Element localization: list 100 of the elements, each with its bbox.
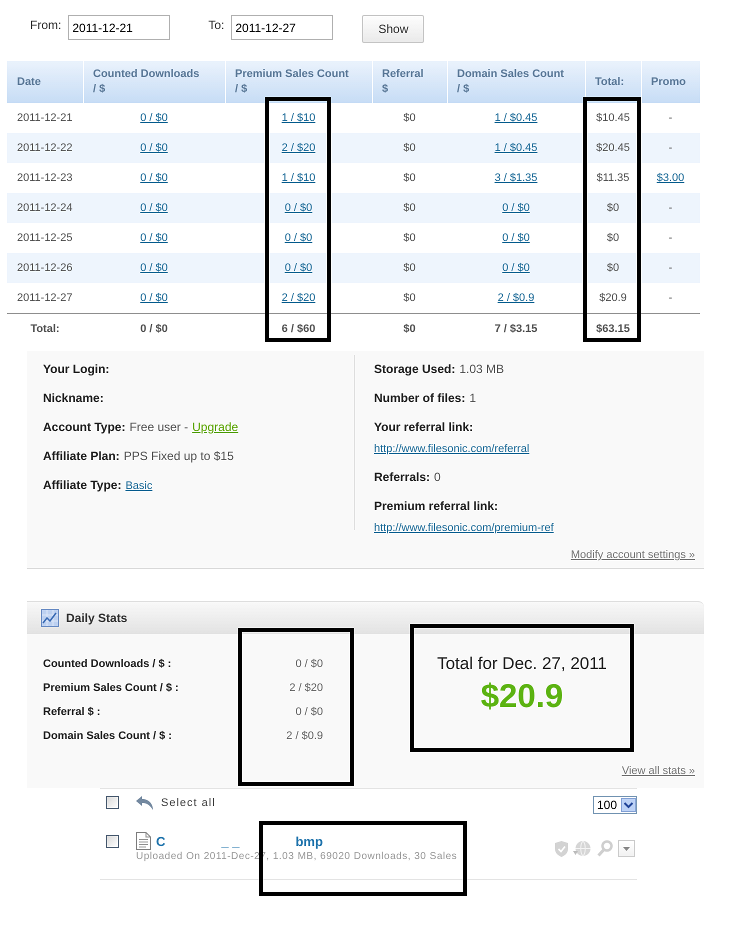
table-link[interactable]: 1 / $10 <box>282 112 316 124</box>
chart-icon <box>41 609 59 627</box>
table-cell-text: $0 <box>606 261 620 276</box>
field-label: Account Type: <box>43 420 126 434</box>
date-input[interactable]: 2011-12-21 <box>68 15 170 40</box>
table-cell-text: - <box>668 141 674 156</box>
account-link[interactable]: Basic <box>125 480 152 492</box>
field-label: Nickname: <box>43 391 104 405</box>
table-cell-text: 2011-12-24 <box>16 201 74 216</box>
table-link[interactable]: 0 / $0 <box>140 232 168 244</box>
column-header: Referral $ <box>372 61 447 103</box>
table-link[interactable]: 0 / $0 <box>284 262 312 274</box>
table-cell-text: 2011-12-23 <box>16 171 74 186</box>
table-cell-text: 2011-12-21 <box>16 111 74 126</box>
table-link[interactable]: 1 / $10 <box>282 172 316 184</box>
table-link[interactable]: $3.00 <box>656 172 684 184</box>
table-link[interactable]: 0 / $0 <box>502 202 530 214</box>
column-header: Date <box>7 61 83 103</box>
table-cell-text: - <box>668 231 674 246</box>
table-link[interactable]: 0 / $0 <box>284 202 312 214</box>
field-value: 1 <box>469 391 476 405</box>
table-cell-text: $0 <box>402 201 417 216</box>
table-link[interactable]: 2 / $20 <box>282 142 316 154</box>
table-link[interactable]: 0 / $0 <box>140 112 168 124</box>
field-label: Affiliate Type: <box>43 478 122 492</box>
stat-value: 2 / $0.9 <box>286 729 323 744</box>
table-cell-text: $0 <box>402 111 417 126</box>
table-cell-text: $20.9 <box>598 291 628 306</box>
stat-value: 2 / $20 <box>289 681 323 696</box>
settings-link[interactable]: Modify account settings » <box>570 549 695 561</box>
per-page-select[interactable]: 100 <box>593 796 637 814</box>
field-value: PPS Fixed up to $15 <box>124 449 234 463</box>
table-link[interactable]: 2 / $0.9 <box>498 292 534 304</box>
file-name-link[interactable]: C _ _ bmp <box>156 834 323 848</box>
table-cell-text: $0 <box>402 171 417 186</box>
table-link[interactable]: 1 / $0.45 <box>494 142 538 154</box>
date-input[interactable]: 2011-12-27 <box>231 15 334 40</box>
account-link[interactable]: Upgrade <box>192 420 238 434</box>
view-stats-link[interactable]: View all stats » <box>622 765 695 777</box>
table-cell-text: $20.45 <box>595 141 631 156</box>
field-label: Affiliate Plan: <box>43 449 120 463</box>
account-link[interactable]: http://www.filesonic.com/referral <box>374 443 530 455</box>
account-link[interactable]: http://www.filesonic.com/premium-ref <box>374 522 554 534</box>
stat-label: Domain Sales Count / $ : <box>43 729 172 744</box>
stat-label: Premium Sales Count / $ : <box>43 681 179 696</box>
table-cell-text: $10.45 <box>595 111 631 126</box>
table-cell-text: $0 <box>402 291 417 306</box>
table-link[interactable]: 0 / $0 <box>502 232 530 244</box>
more-button[interactable] <box>618 840 635 857</box>
table-link[interactable]: 0 / $0 <box>140 172 168 184</box>
caret-icon <box>623 846 630 850</box>
table-cell-text: $0 <box>402 261 417 276</box>
stat-label: Counted Downloads / $ : <box>43 657 172 672</box>
column-header: Counted Downloads / $ <box>83 61 225 103</box>
undo-arrow-icon[interactable] <box>136 796 153 810</box>
table-link[interactable]: 0 / $0 <box>140 262 168 274</box>
stat-value: 0 / $0 <box>295 657 323 672</box>
total-amount: $20.9 <box>480 676 564 716</box>
table-cell-text: - <box>668 291 674 306</box>
table-cell-text: $0 <box>606 201 620 216</box>
table-link[interactable]: 1 / $0.45 <box>494 112 538 124</box>
field-label: Number of files: <box>374 391 466 405</box>
checkbox[interactable] <box>106 796 119 809</box>
total-cell-text: $63.15 <box>595 322 631 337</box>
table-link[interactable]: 0 / $0 <box>502 262 530 274</box>
table-cell-text: $0 <box>402 141 417 156</box>
column-header: Premium Sales Count / $ <box>225 61 372 103</box>
field-label: Referrals: <box>374 470 430 484</box>
table-cell-text: 2011-12-27 <box>16 291 74 306</box>
field-label: Your referral link: <box>374 420 474 434</box>
table-link[interactable]: 2 / $20 <box>282 292 316 304</box>
table-link[interactable]: 0 / $0 <box>140 292 168 304</box>
field-value: Free user - <box>129 420 188 434</box>
table-cell-text: $11.35 <box>596 171 630 186</box>
table-link[interactable]: 0 / $0 <box>140 202 168 214</box>
field-value: 0 <box>434 470 441 484</box>
show-button[interactable]: Show <box>362 15 424 43</box>
table-cell-text: $0 <box>402 231 417 246</box>
stat-value: 0 / $0 <box>295 705 323 720</box>
table-link[interactable]: 0 / $0 <box>140 142 168 154</box>
caret-icon <box>621 798 636 812</box>
select-all-label[interactable]: Select all <box>161 796 216 808</box>
to-label: To: <box>208 18 224 32</box>
table-link[interactable]: 3 / $1.35 <box>494 172 538 184</box>
column-header: Promo <box>641 61 700 103</box>
total-cell-text: 6 / $60 <box>280 322 316 337</box>
globe-icon[interactable] <box>573 840 592 857</box>
table-cell-text: - <box>668 111 674 126</box>
total-label: Total for Dec. 27, 2011 <box>437 653 607 675</box>
table-cell-text: 2011-12-22 <box>16 141 74 156</box>
total-cell-text: 7 / $3.15 <box>494 322 538 337</box>
total-cell-text: 0 / $0 <box>139 322 169 337</box>
checkbox[interactable] <box>106 835 119 848</box>
stat-label: Referral $ : <box>43 705 100 720</box>
total-cell-text: Total: <box>29 322 61 337</box>
column-header: Total: <box>585 61 641 103</box>
total-cell-text: $0 <box>402 322 417 337</box>
table-link[interactable]: 0 / $0 <box>284 232 312 244</box>
field-label: Premium referral link: <box>374 499 498 513</box>
table-cell-text: 2011-12-26 <box>16 261 74 276</box>
